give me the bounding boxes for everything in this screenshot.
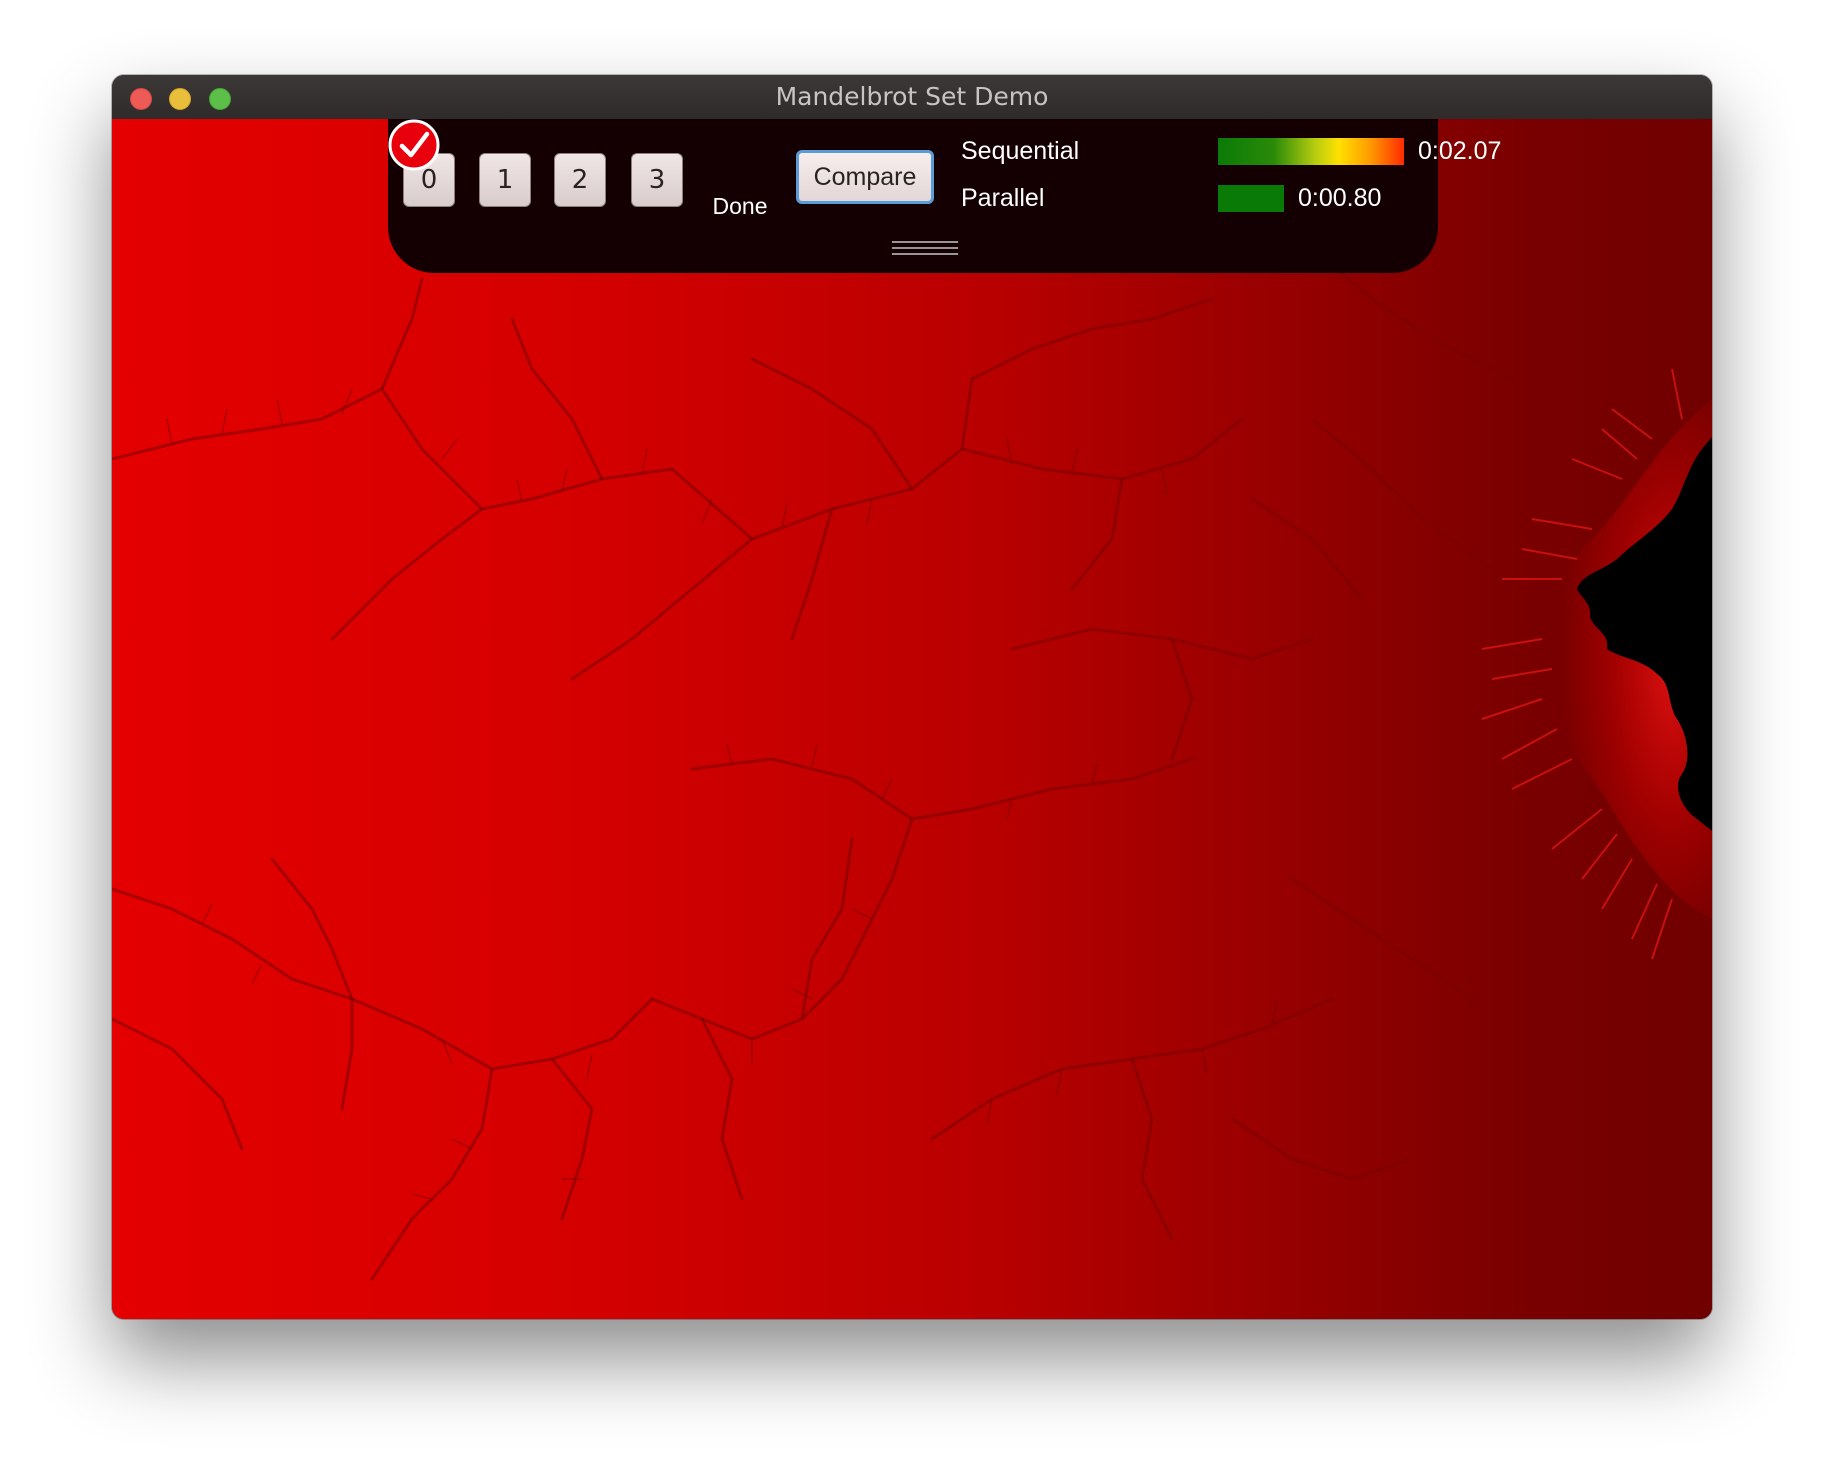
- sequential-time: 0:02.07: [1418, 137, 1502, 165]
- mandelbrot-canvas[interactable]: 0 1 2 3 Done Compare Sequential 0:02.07 …: [112, 119, 1712, 1319]
- app-window: Mandelbrot Set Demo 0 1 2 3 Done Compare…: [112, 75, 1712, 1319]
- grip-line: [892, 241, 958, 243]
- parallel-time: 0:00.80: [1298, 184, 1382, 212]
- checkmark-icon: [388, 119, 440, 171]
- panel-drag-handle[interactable]: [884, 237, 966, 263]
- status-label: Done: [712, 193, 768, 219]
- control-panel: 0 1 2 3 Done Compare Sequential 0:02.07 …: [388, 119, 1501, 273]
- grip-line: [892, 253, 958, 255]
- sequential-time-bar: [1218, 138, 1404, 165]
- zoom-level-2-button[interactable]: 2: [554, 153, 606, 207]
- compare-button[interactable]: Compare: [796, 150, 934, 204]
- parallel-time-bar: [1218, 185, 1284, 212]
- zoom-level-1-button[interactable]: 1: [479, 153, 531, 207]
- mandelbrot-render: [112, 247, 1712, 1281]
- zoom-level-3-button[interactable]: 3: [631, 153, 683, 207]
- grip-line: [892, 247, 958, 249]
- title-bar[interactable]: Mandelbrot Set Demo: [112, 75, 1712, 120]
- window-title: Mandelbrot Set Demo: [775, 82, 1049, 111]
- parallel-label: Parallel: [961, 184, 1045, 212]
- fractal-fine-filaments: [166, 388, 1278, 1200]
- sequential-label: Sequential: [961, 137, 1080, 165]
